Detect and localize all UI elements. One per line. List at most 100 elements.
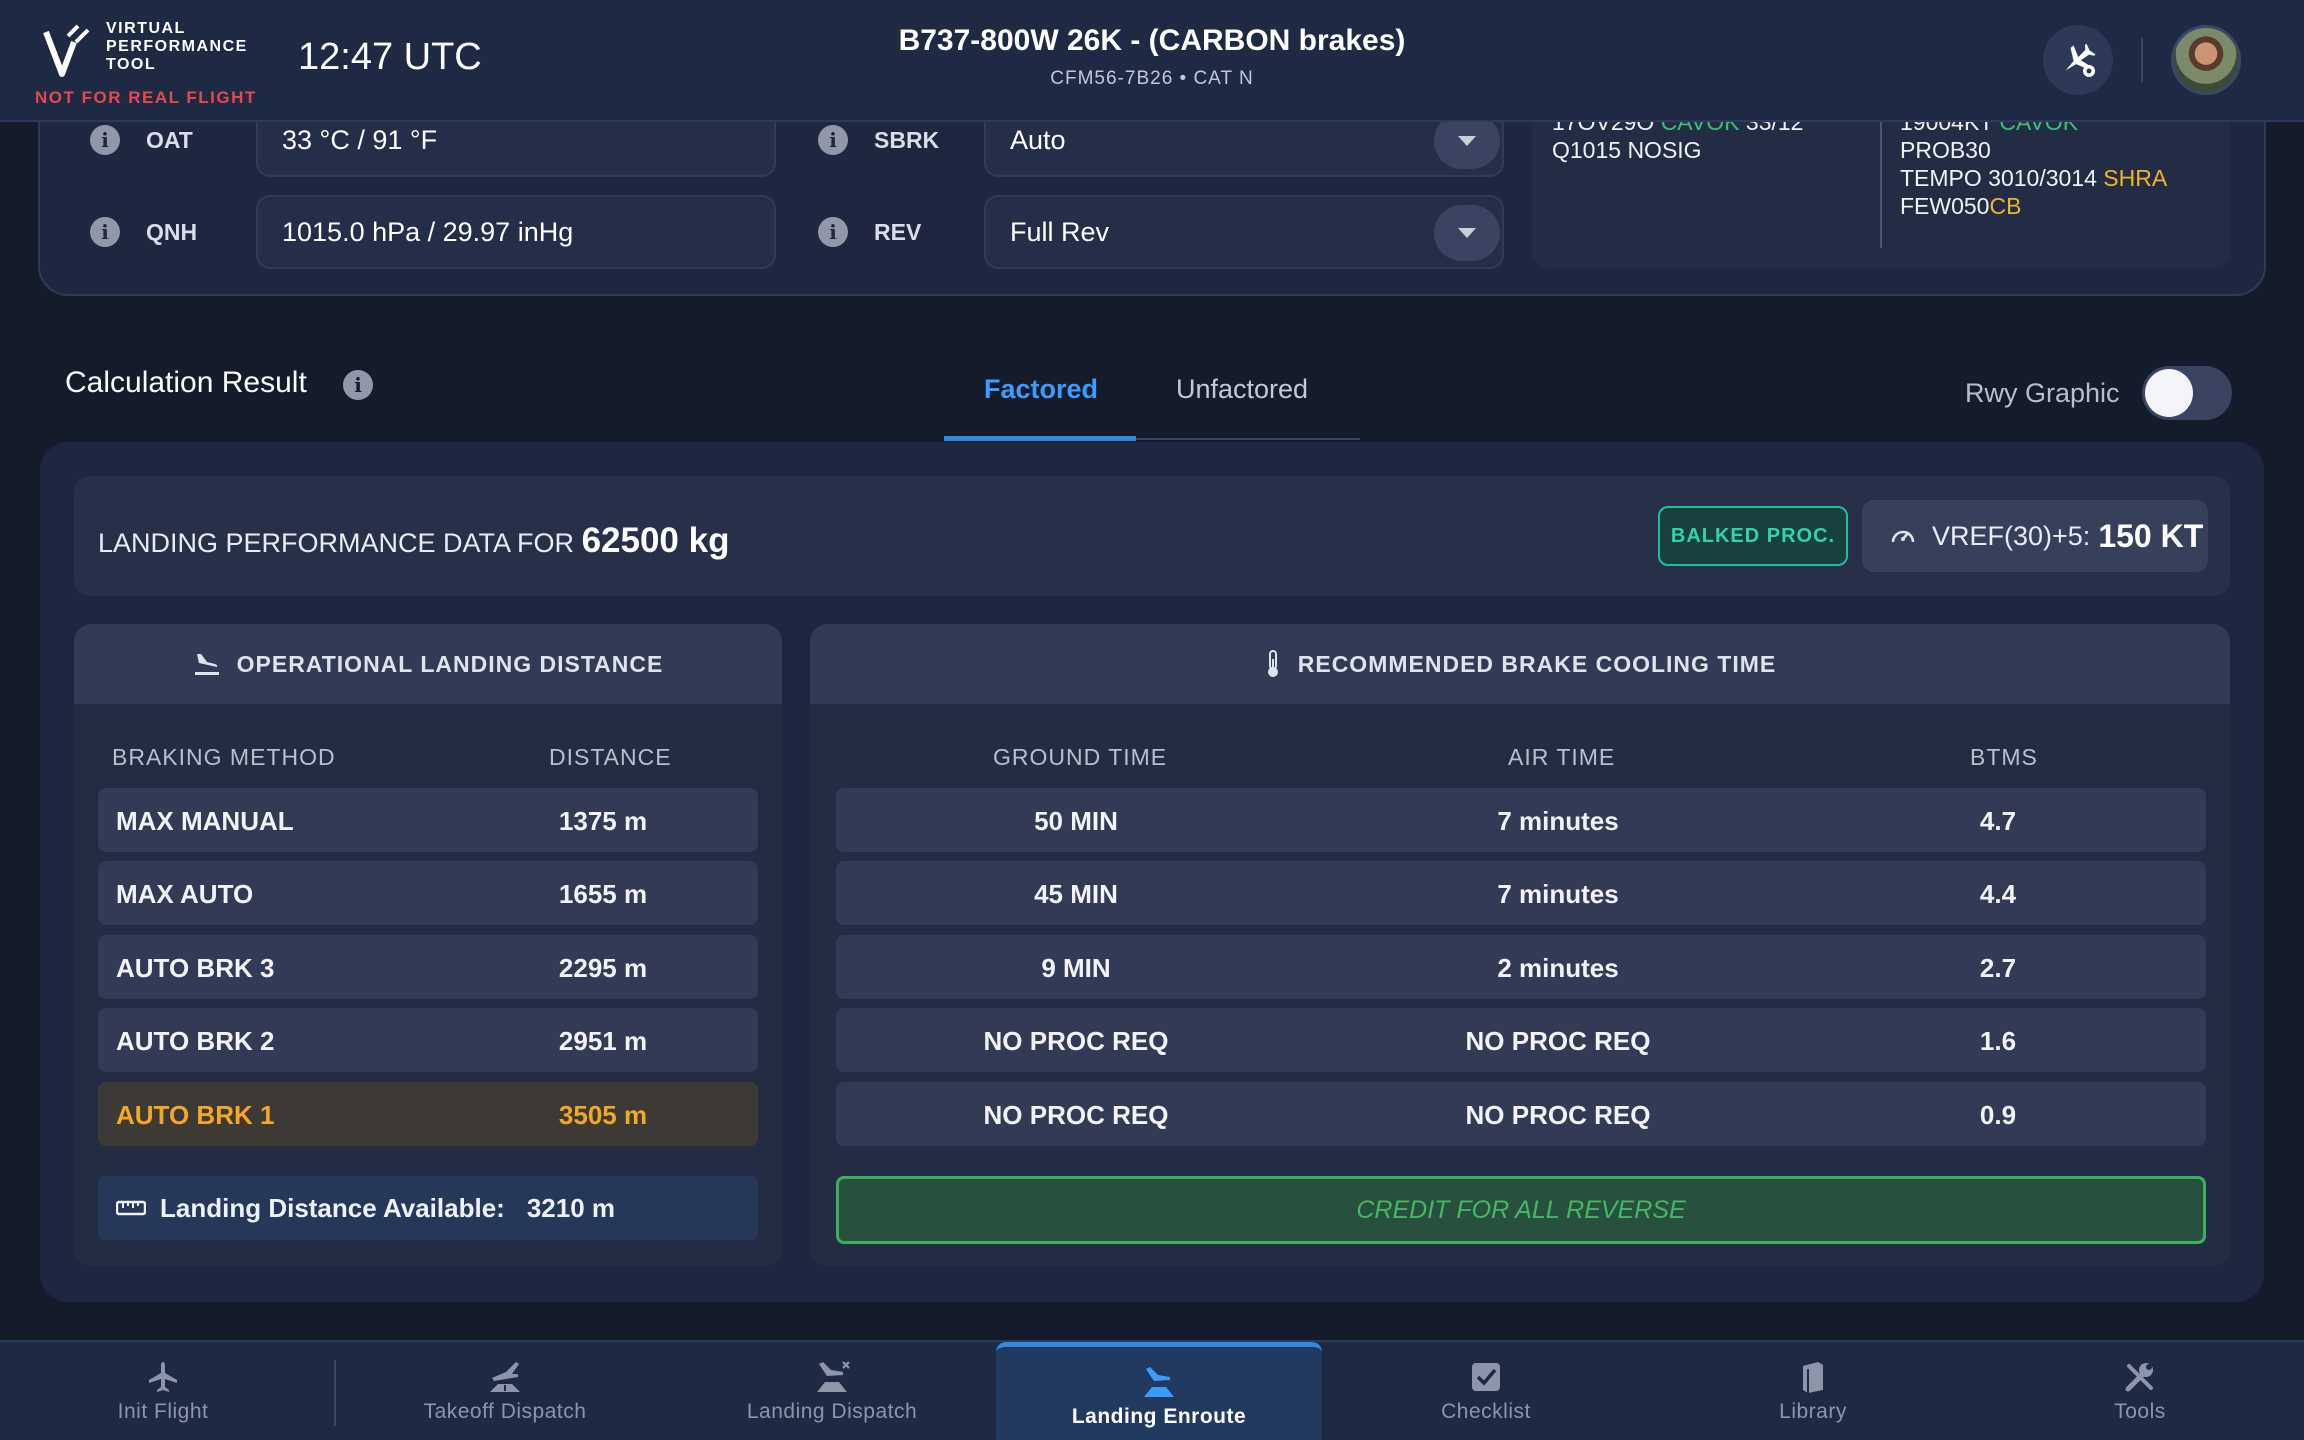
nav-init-flight[interactable]: Init Flight: [0, 1342, 326, 1440]
nav-label: Landing Dispatch: [746, 1400, 918, 1423]
landing-performance-label: LANDING PERFORMANCE DATA FOR 62500 kg: [98, 521, 729, 561]
not-for-real-flight-warning: NOT FOR REAL FLIGHT: [35, 88, 257, 107]
rev-dropdown-button[interactable]: [1434, 205, 1500, 261]
ground-time: 45 MIN: [1034, 879, 1118, 909]
chevron-down-icon: [1458, 136, 1476, 146]
info-icon[interactable]: i: [90, 125, 120, 155]
ruler-icon: [116, 1200, 146, 1216]
landing-icon: [194, 654, 219, 675]
braking-method: AUTO BRK 2: [116, 1026, 275, 1056]
braking-method: MAX AUTO: [116, 879, 254, 909]
nav-library[interactable]: Library: [1650, 1342, 1976, 1440]
landing-distance-header: OPERATIONAL LANDING DISTANCE: [74, 624, 782, 704]
air-time: NO PROC REQ: [1465, 1100, 1651, 1130]
ground-time: 50 MIN: [1034, 806, 1118, 836]
metar-line: Q1015 NOSIG: [1552, 137, 1702, 163]
taf-token: CB: [1989, 193, 2022, 219]
checklist-icon: [1472, 1363, 1500, 1391]
btms: 4.4: [1979, 879, 2017, 909]
landing-dispatch-icon: [817, 1361, 850, 1392]
nav-checklist[interactable]: Checklist: [1323, 1342, 1649, 1440]
aircraft-title: B737-800W 26K - (CARBON brakes): [898, 24, 1406, 57]
nav-label: Takeoff Dispatch: [423, 1400, 587, 1423]
info-icon[interactable]: i: [818, 125, 848, 155]
col-btms: BTMS: [1970, 744, 2038, 770]
nav-landing-dispatch[interactable]: Landing Dispatch: [669, 1342, 995, 1440]
distance: 3505 m: [558, 1100, 648, 1130]
info-icon[interactable]: i: [818, 217, 848, 247]
result-tabs: Factored Unfactored: [944, 356, 1360, 441]
info-icon[interactable]: i: [343, 370, 373, 400]
ground-time: 9 MIN: [1041, 953, 1111, 983]
lpd-prefix: LANDING PERFORMANCE DATA FOR: [98, 528, 582, 558]
ground-time: NO PROC REQ: [983, 1100, 1169, 1130]
nav-label: Library: [1779, 1400, 1847, 1423]
speedometer-icon: [1891, 530, 1915, 543]
landing-distance-title: OPERATIONAL LANDING DISTANCE: [236, 650, 664, 677]
btms: 2.7: [1979, 953, 2017, 983]
nav-label: Init Flight: [117, 1400, 209, 1423]
braking-method: MAX MANUAL: [116, 806, 294, 836]
table-row: NO PROC REQ NO PROC REQ 0.9: [836, 1082, 2206, 1146]
nav-label: Landing Enroute: [1071, 1405, 1247, 1428]
header-divider: [2141, 38, 2143, 82]
chevron-down-icon: [1458, 228, 1476, 238]
qnh-label: QNH: [146, 218, 198, 245]
rwy-graphic-toggle[interactable]: [2142, 366, 2232, 420]
tab-unfactored[interactable]: Unfactored: [1176, 374, 1308, 405]
rev-select[interactable]: Full Rev: [984, 195, 1504, 269]
landing-weight: 62500 kg: [581, 521, 730, 560]
table-row: AUTO BRK 2 2951 m: [98, 1008, 758, 1072]
col-braking-method: BRAKING METHOD: [112, 744, 336, 770]
plane-icon: [149, 1362, 177, 1392]
takeoff-icon: [490, 1362, 520, 1392]
qnh-field[interactable]: 1015.0 hPa / 29.97 inHg: [256, 195, 776, 269]
info-icon[interactable]: i: [90, 217, 120, 247]
air-time: NO PROC REQ: [1465, 1026, 1651, 1056]
table-row: MAX AUTO 1655 m: [98, 861, 758, 925]
landing-icon: [1144, 1367, 1174, 1397]
rev-value: Full Rev: [1010, 216, 1110, 247]
col-distance: DISTANCE: [549, 744, 672, 770]
toggle-knob: [2145, 369, 2193, 417]
distance: 1655 m: [558, 879, 648, 909]
table-row: 9 MIN 2 minutes 2.7: [836, 935, 2206, 999]
distance: 2295 m: [558, 953, 648, 983]
vref-badge: VREF(30)+5: 150 KT: [1862, 500, 2208, 572]
table-row: 50 MIN 7 minutes 4.7: [836, 788, 2206, 852]
brake-cooling-title: RECOMMENDED BRAKE COOLING TIME: [1297, 650, 1777, 677]
sbrk-label: SBRK: [874, 126, 940, 153]
nav-label: Checklist: [1441, 1400, 1531, 1423]
air-time: 7 minutes: [1497, 806, 1619, 836]
nav-tools[interactable]: Tools: [1977, 1342, 2303, 1440]
taf-line: FEW050CB: [1900, 192, 2167, 220]
plane-settings-button[interactable]: [2043, 25, 2113, 95]
table-row: NO PROC REQ NO PROC REQ 1.6: [836, 1008, 2206, 1072]
btms: 4.7: [1979, 806, 2017, 836]
nav-landing-enroute[interactable]: Landing Enroute: [996, 1342, 1322, 1440]
taf-token: SHRA: [2103, 165, 2168, 191]
ground-time: NO PROC REQ: [983, 1026, 1169, 1056]
balked-proc-button[interactable]: BALKED PROC.: [1658, 506, 1848, 566]
bottom-navigation: Init Flight Takeoff Dispatch Landing Dis…: [0, 1340, 2304, 1440]
library-icon: [1803, 1362, 1823, 1393]
tab-factored[interactable]: Factored: [984, 374, 1098, 405]
col-air-time: AIR TIME: [1508, 744, 1616, 770]
landing-performance-bar: LANDING PERFORMANCE DATA FOR 62500 kg BA…: [74, 476, 2230, 596]
taf-token: FEW050: [1900, 193, 1990, 219]
user-avatar[interactable]: [2171, 25, 2241, 95]
rev-label: REV: [874, 218, 922, 245]
btms: 1.6: [1979, 1026, 2017, 1056]
btms: 0.9: [1979, 1100, 2017, 1130]
sbrk-value: Auto: [1010, 124, 1066, 155]
rwy-graphic-label: Rwy Graphic: [1965, 378, 2120, 408]
landing-distance-available: Landing Distance Available: 3210 m: [98, 1176, 758, 1240]
aircraft-subtitle: CFM56-7B26 • CAT N: [1050, 68, 1254, 89]
app-header: VIRTUAL PERFORMANCE TOOL NOT FOR REAL FL…: [0, 0, 2304, 122]
credit-for-all-reverse-banner: CREDIT FOR ALL REVERSE: [836, 1176, 2206, 1244]
braking-method: AUTO BRK 1: [116, 1100, 275, 1130]
air-time: 2 minutes: [1497, 953, 1619, 983]
air-time: 7 minutes: [1497, 879, 1619, 909]
nav-takeoff-dispatch[interactable]: Takeoff Dispatch: [342, 1342, 668, 1440]
distance: 2951 m: [558, 1026, 648, 1056]
